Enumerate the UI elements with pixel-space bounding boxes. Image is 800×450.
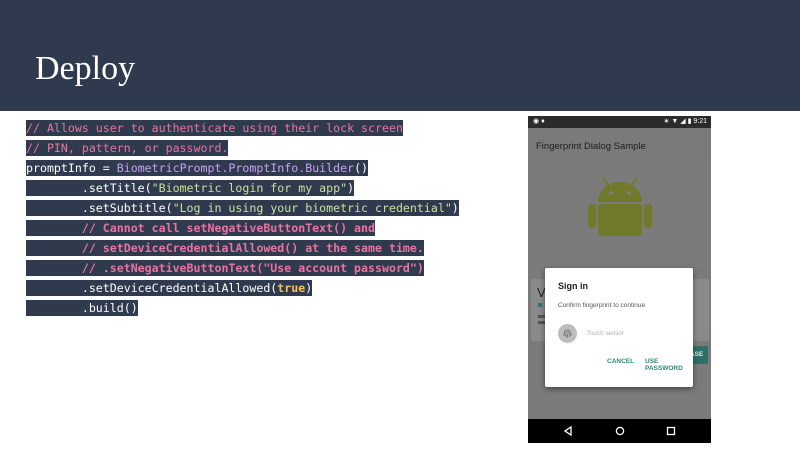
code-line-7: // setDeviceCredentialAllowed() at the s… — [26, 238, 496, 258]
code-token: ) — [347, 180, 355, 196]
code-comment: // .setNegativeButtonText("Use account p… — [26, 260, 424, 276]
fingerprint-icon — [558, 324, 577, 343]
sensor-label: Touch sensor — [587, 330, 624, 337]
dialog-description: Confirm fingerprint to continue — [558, 302, 646, 309]
recents-icon[interactable] — [659, 419, 683, 443]
wifi-icon: ▼ — [671, 118, 679, 125]
code-line-4: .setTitle("Biometric login for my app") — [26, 178, 496, 198]
code-line-5: .setSubtitle("Log in using your biometri… — [26, 198, 496, 218]
code-line-6: // Cannot call setNegativeButtonText() a… — [26, 218, 496, 238]
code-line-9: .setDeviceCredentialAllowed(true) — [26, 278, 496, 298]
status-right-icons: ∗ ▼ ◢ ▮ 9:21 — [664, 116, 708, 128]
cancel-button[interactable]: CANCEL — [607, 358, 634, 365]
code-token: promptInfo = — [26, 160, 117, 176]
status-time: 9:21 — [693, 118, 707, 125]
code-block: // Allows user to authenticate using the… — [26, 118, 496, 318]
code-token: .setTitle( — [26, 180, 152, 196]
android-robot-icon — [588, 177, 652, 236]
slide-header: Deploy — [0, 0, 800, 111]
code-token: .setSubtitle( — [26, 200, 173, 216]
code-line-2: // PIN, pattern, or password. — [26, 138, 496, 158]
code-token: () — [354, 160, 369, 176]
code-token: .setDeviceCredentialAllowed( — [26, 280, 278, 296]
back-icon[interactable] — [556, 419, 580, 443]
code-line-3: promptInfo = BiometricPrompt.PromptInfo.… — [26, 158, 496, 178]
code-comment: // Cannot call setNegativeButtonText() a… — [26, 220, 376, 236]
code-token: .build() — [26, 300, 138, 316]
sign-in-dialog: Sign in Confirm fingerprint to continue … — [545, 268, 693, 387]
code-token: ) — [305, 280, 313, 296]
code-line-1: // Allows user to authenticate using the… — [26, 118, 496, 138]
dialog-title: Sign in — [558, 281, 588, 291]
code-comment: // setDeviceCredentialAllowed() at the s… — [26, 240, 424, 256]
card-accent — [538, 303, 542, 307]
android-notification-icon: ♦ — [541, 118, 545, 125]
code-line-8: // .setNegativeButtonText("Use account p… — [26, 258, 496, 278]
code-line-10: .build() — [26, 298, 496, 318]
code-token: BiometricPrompt.PromptInfo.Builder — [116, 160, 355, 176]
slide-title: Deploy — [35, 50, 136, 87]
app-bar: Fingerprint Dialog Sample — [528, 128, 711, 164]
code-keyword: true — [277, 280, 306, 296]
code-string: "Biometric login for my app" — [151, 180, 348, 196]
phone-screenshot: ◉ ♦ ∗ ▼ ◢ ▮ 9:21 Fingerprint Dialog Samp… — [528, 116, 711, 443]
use-password-button[interactable]: USE PASSWORD — [645, 358, 693, 372]
status-left-icons: ◉ ♦ — [533, 116, 545, 128]
camera-icon: ◉ — [533, 118, 540, 125]
code-comment: // Allows user to authenticate using the… — [26, 120, 403, 136]
bluetooth-icon: ∗ — [663, 118, 670, 125]
code-string: "Log in using your biometric credential" — [172, 200, 452, 216]
battery-icon: ▮ — [687, 118, 692, 125]
code-comment: // PIN, pattern, or password. — [26, 140, 229, 156]
home-icon[interactable] — [608, 419, 632, 443]
signal-icon: ◢ — [680, 118, 686, 125]
app-content: V PURCHASE Sign in Confirm fingerprint t… — [528, 164, 711, 419]
app-title: Fingerprint Dialog Sample — [536, 141, 646, 152]
status-bar: ◉ ♦ ∗ ▼ ◢ ▮ 9:21 — [528, 116, 711, 128]
navigation-bar — [528, 419, 711, 443]
code-token: ) — [451, 200, 459, 216]
